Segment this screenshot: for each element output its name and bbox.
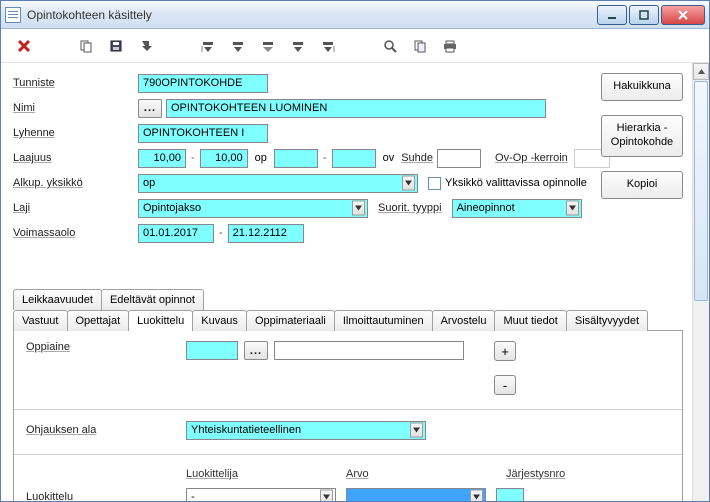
form-area: Hakuikkuna Hierarkia - Opintokohde Kopio… bbox=[1, 63, 709, 501]
alkup-dropdown[interactable]: op bbox=[138, 174, 418, 193]
nimi-value[interactable]: OPINTOKOHTEEN LUOMINEN bbox=[166, 99, 546, 118]
scroll-up-icon[interactable] bbox=[693, 63, 709, 80]
arvo-dropdown[interactable] bbox=[346, 488, 486, 502]
suorit-label: Suorit. tyyppi bbox=[378, 202, 442, 214]
tab-kuvaus[interactable]: Kuvaus bbox=[192, 310, 247, 331]
maximize-button[interactable] bbox=[629, 5, 659, 25]
chevron-down-icon bbox=[470, 490, 483, 502]
tab-opettajat[interactable]: Opettajat bbox=[67, 310, 130, 331]
unit-ov-label: ov bbox=[383, 152, 395, 164]
oppiaine-code[interactable] bbox=[186, 341, 238, 360]
nav-first-icon[interactable] bbox=[195, 33, 221, 59]
oppiaine-add-button[interactable]: + bbox=[494, 341, 516, 361]
kopioi-button[interactable]: Kopioi bbox=[601, 171, 683, 199]
oppiaine-lookup-button[interactable]: ... bbox=[244, 341, 268, 360]
tab-luokittelu[interactable]: Luokittelu bbox=[128, 310, 193, 331]
lyhenne-label: Lyhenne bbox=[13, 127, 138, 139]
hakuikkuna-button[interactable]: Hakuikkuna bbox=[601, 73, 683, 101]
tab-panel-luokittelu: Oppiaine ... + - Ohjauksen ala bbox=[13, 330, 683, 501]
chevron-down-icon bbox=[410, 423, 423, 438]
cancel-icon[interactable] bbox=[11, 33, 37, 59]
window-title: Opintokohteen käsittely bbox=[27, 8, 597, 22]
luokittelu-row-label: Luokittelu bbox=[26, 491, 186, 501]
chevron-down-icon bbox=[352, 201, 365, 216]
nav-last-icon[interactable] bbox=[315, 33, 341, 59]
yksikko-label: Yksikkö valittavissa opinnolle bbox=[445, 177, 587, 189]
laajuus-ov-max[interactable] bbox=[332, 149, 376, 168]
nimi-label: Nimi bbox=[13, 102, 138, 114]
suhde-label: Suhde bbox=[401, 152, 433, 164]
alkup-value: op bbox=[143, 177, 155, 189]
ohjauksen-label: Ohjauksen ala bbox=[26, 424, 186, 436]
laji-value: Opintojakso bbox=[143, 202, 201, 214]
document-icon bbox=[5, 7, 21, 23]
titlebar[interactable]: Opintokohteen käsittely bbox=[1, 1, 709, 29]
minimize-button[interactable] bbox=[597, 5, 627, 25]
toolbar bbox=[1, 29, 709, 63]
voimassa-to[interactable]: 21.12.2112 bbox=[228, 224, 304, 243]
laajuus-max[interactable]: 10,00 bbox=[200, 149, 248, 168]
tab-oppimateriaali[interactable]: Oppimateriaali bbox=[246, 310, 335, 331]
app-window: Opintokohteen käsittely Hakuikkuna Hiera… bbox=[0, 0, 710, 502]
chevron-down-icon bbox=[566, 201, 579, 216]
oppiaine-label: Oppiaine bbox=[26, 341, 186, 353]
laajuus-label: Laajuus bbox=[13, 152, 138, 164]
alkup-label: Alkup. yksikkö bbox=[13, 177, 138, 189]
scrollbar[interactable] bbox=[692, 63, 709, 501]
nav-prev-icon[interactable] bbox=[225, 33, 251, 59]
chevron-down-icon bbox=[320, 490, 333, 502]
hierarkia-button[interactable]: Hierarkia - Opintokohde bbox=[601, 115, 683, 157]
laji-label: Laji bbox=[13, 202, 138, 214]
scroll-thumb[interactable] bbox=[694, 81, 708, 301]
suorit-dropdown[interactable]: Aineopinnot bbox=[452, 199, 582, 218]
voimassa-label: Voimassaolo bbox=[13, 227, 138, 239]
nav-next-icon[interactable] bbox=[285, 33, 311, 59]
nimi-lookup-button[interactable]: ... bbox=[138, 99, 162, 118]
oppiaine-name[interactable] bbox=[274, 341, 464, 360]
ovop-label: Ov-Op -kerroin bbox=[495, 152, 568, 164]
search-icon[interactable] bbox=[377, 33, 403, 59]
unit-op-label: op bbox=[255, 152, 267, 164]
tab-arvostelu[interactable]: Arvostelu bbox=[432, 310, 496, 331]
tab-edeltavat[interactable]: Edeltävät opinnot bbox=[101, 289, 204, 310]
laji-dropdown[interactable]: Opintojakso bbox=[138, 199, 368, 218]
tab-vastuut[interactable]: Vastuut bbox=[13, 310, 68, 331]
copy-icon[interactable] bbox=[73, 33, 99, 59]
luokittelija-value: - bbox=[191, 491, 195, 501]
yksikko-checkbox[interactable] bbox=[428, 177, 441, 190]
lyhenne-value: OPINTOKOHTEEN I bbox=[138, 124, 268, 143]
window-close-button[interactable] bbox=[661, 5, 705, 25]
jarjestys-input[interactable] bbox=[496, 488, 524, 502]
tunniste-label: Tunniste bbox=[13, 77, 138, 89]
export-icon[interactable] bbox=[133, 33, 159, 59]
ohjauksen-value: Yhteiskuntatieteellinen bbox=[191, 424, 301, 436]
voimassa-from[interactable]: 01.01.2017 bbox=[138, 224, 214, 243]
print-icon[interactable] bbox=[437, 33, 463, 59]
ohjauksen-dropdown[interactable]: Yhteiskuntatieteellinen bbox=[186, 421, 426, 440]
nav-mid-icon[interactable] bbox=[255, 33, 281, 59]
refresh-icon[interactable] bbox=[407, 33, 433, 59]
suorit-value: Aineopinnot bbox=[457, 202, 515, 214]
oppiaine-remove-button[interactable]: - bbox=[494, 375, 516, 395]
col-jarjestys: Järjestysnro bbox=[506, 468, 565, 483]
tab-sisaltyvyydet[interactable]: Sisältyvyydet bbox=[566, 310, 648, 331]
tab-leikkaavuudet[interactable]: Leikkaavuudet bbox=[13, 289, 102, 310]
tabs-container: Leikkaavuudet Edeltävät opinnot Vastuut … bbox=[13, 289, 683, 501]
tab-ilmoittautuminen[interactable]: Ilmoittautuminen bbox=[334, 310, 433, 331]
col-luokittelija: Luokittelija bbox=[186, 468, 346, 483]
save-icon[interactable] bbox=[103, 33, 129, 59]
tunniste-value: 790OPINTOKOHDE bbox=[138, 74, 268, 93]
chevron-down-icon bbox=[402, 176, 415, 191]
laajuus-min[interactable]: 10,00 bbox=[138, 149, 186, 168]
laajuus-ov-min[interactable] bbox=[274, 149, 318, 168]
luokittelija-dropdown[interactable]: - bbox=[186, 488, 336, 502]
col-arvo: Arvo bbox=[346, 468, 506, 483]
suhde-input[interactable] bbox=[437, 149, 481, 168]
tab-muut[interactable]: Muut tiedot bbox=[494, 310, 566, 331]
